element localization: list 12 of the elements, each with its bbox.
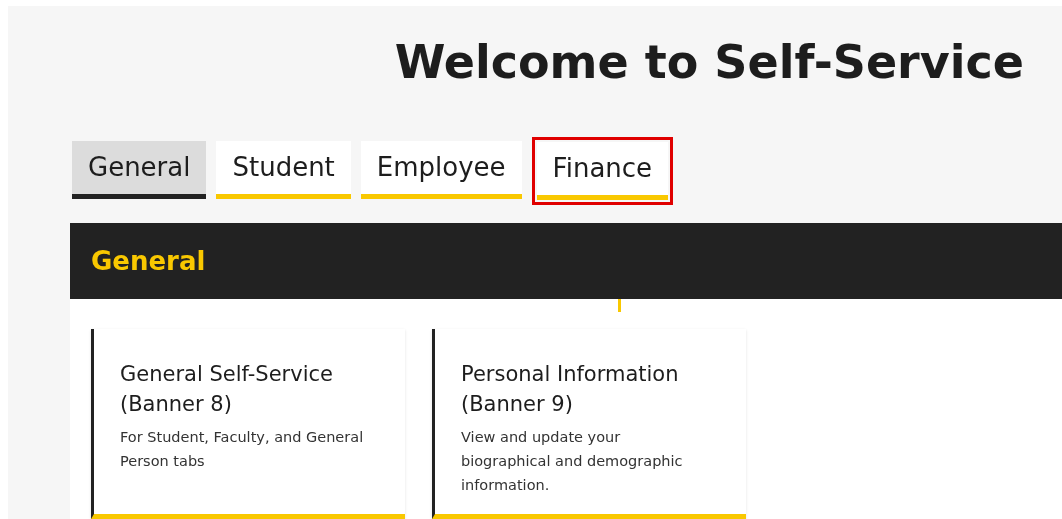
card-description: View and update your biographical and demographic information. [461, 428, 684, 495]
card[interactable]: General Self-Service (Banner 8) For Student, Faculty, and General Person tabs [91, 329, 405, 519]
section-title: General [91, 244, 206, 278]
page-title: Welcome to Self-Service [394, 34, 1024, 91]
card-title: Personal Information (Banner 9) [461, 361, 680, 418]
card[interactable]: Personal Information (Banner 9) View and update your biographical and demographic information. [432, 329, 746, 519]
tab[interactable]: Employee [360, 141, 522, 199]
card-title: General Self-Service (Banner 8) [120, 361, 334, 418]
card-description: For Student, Faculty, and General Person tabs [120, 428, 365, 471]
tab[interactable]: Finance [536, 142, 669, 200]
tab[interactable]: General [72, 141, 207, 199]
tab[interactable]: Student [216, 141, 351, 199]
